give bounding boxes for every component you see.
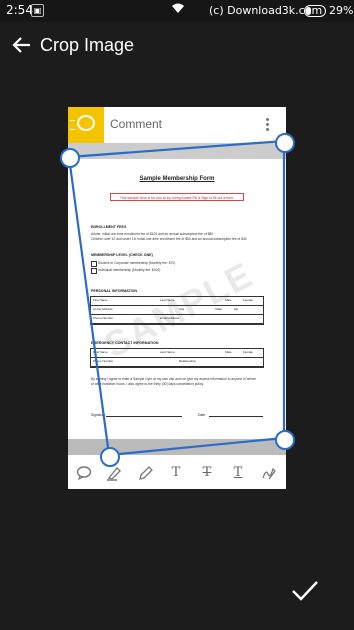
crop-handle-bottom-left[interactable] [100, 447, 120, 467]
crop-handle-top-right[interactable] [275, 133, 295, 153]
crop-frame [67, 139, 286, 457]
crop-handle-top-left[interactable] [60, 148, 80, 168]
checkmark-icon[interactable] [290, 578, 320, 604]
crop-handle-bottom-right[interactable] [275, 430, 295, 450]
crop-outline [67, 139, 286, 457]
